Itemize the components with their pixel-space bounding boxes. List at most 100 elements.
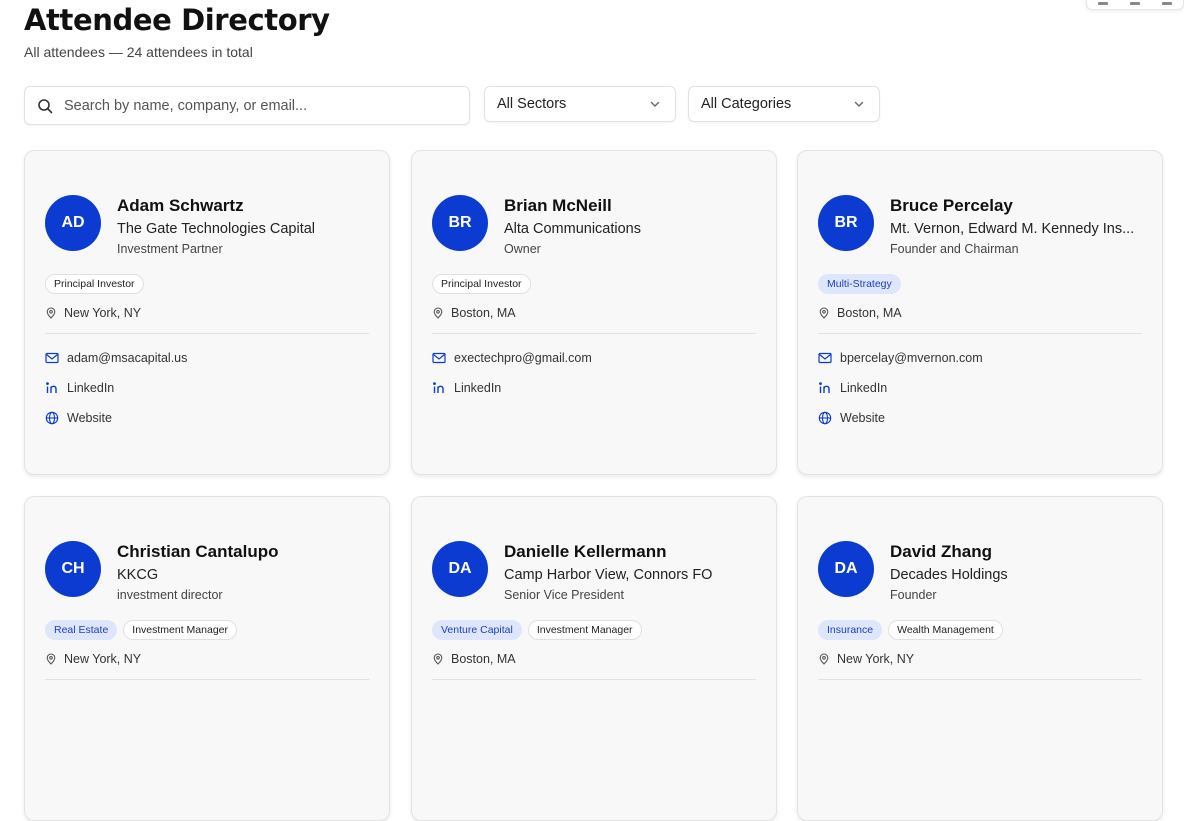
- sector-tag: Multi-Strategy: [818, 274, 901, 294]
- toolbar-button-3-icon[interactable]: [1162, 2, 1172, 5]
- attendee-name: Adam Schwartz: [117, 196, 244, 215]
- linkedin-label: LinkedIn: [454, 381, 502, 395]
- attendee-location: Boston, MA: [818, 306, 902, 320]
- sector-select-value: All Sectors: [497, 96, 567, 112]
- email-link[interactable]: adam@msacapital.us: [45, 351, 187, 365]
- website-label: Website: [67, 411, 112, 425]
- linkedin-label: LinkedIn: [840, 381, 888, 395]
- attendee-card[interactable]: AD Adam Schwartz The Gate Technologies C…: [24, 150, 390, 475]
- attendee-role: Founder: [890, 588, 937, 602]
- attendee-name: Danielle Kellermann: [504, 542, 667, 561]
- map-pin-icon: [46, 653, 56, 665]
- attendee-company: Mt. Vernon, Edward M. Kennedy Ins...: [890, 221, 1135, 237]
- location-text: New York, NY: [64, 652, 142, 666]
- page-subtitle: All attendees — 24 attendees in total: [24, 44, 253, 60]
- card-divider: [45, 679, 369, 680]
- sector-tag: Wealth Management: [888, 620, 1003, 640]
- attendee-role: investment director: [117, 588, 223, 602]
- email-link[interactable]: exectechpro@gmail.com: [432, 351, 592, 365]
- attendee-company: KKCG: [117, 567, 159, 583]
- category-select-value: All Categories: [701, 96, 792, 112]
- linkedin-link[interactable]: LinkedIn: [45, 381, 114, 395]
- toolbar-button-1-icon[interactable]: [1098, 2, 1108, 5]
- attendee-company: Decades Holdings: [890, 567, 1008, 583]
- tag-list: Venture Capital Investment Manager: [432, 620, 642, 640]
- search-icon: [38, 98, 53, 113]
- tag-list: Principal Investor: [432, 274, 531, 294]
- attendee-card[interactable]: CH Christian Cantalupo KKCG investment d…: [24, 496, 390, 821]
- search-input[interactable]: [62, 96, 446, 115]
- attendee-card[interactable]: DA David Zhang Decades Holdings Founder …: [797, 496, 1163, 821]
- linkedin-link[interactable]: LinkedIn: [432, 381, 501, 395]
- tag-list: Real Estate Investment Manager: [45, 620, 237, 640]
- avatar: CH: [45, 541, 101, 597]
- avatar: BR: [432, 195, 488, 251]
- attendee-company: Alta Communications: [504, 221, 641, 237]
- avatar: DA: [818, 541, 874, 597]
- card-divider: [818, 333, 1142, 334]
- chevron-down-icon: [650, 101, 660, 107]
- attendee-role: Senior Vice President: [504, 588, 624, 602]
- mail-icon: [818, 352, 832, 364]
- mail-icon: [45, 352, 59, 364]
- linkedin-icon: [46, 382, 57, 393]
- attendee-location: New York, NY: [818, 652, 914, 666]
- window-toolbar[interactable]: [1086, 0, 1184, 10]
- location-text: Boston, MA: [837, 306, 902, 320]
- linkedin-icon: [819, 382, 830, 393]
- toolbar-button-2-icon[interactable]: [1130, 2, 1140, 5]
- map-pin-icon: [46, 307, 56, 319]
- attendee-role: Founder and Chairman: [890, 242, 1019, 256]
- attendee-location: Boston, MA: [432, 306, 516, 320]
- avatar: DA: [432, 541, 488, 597]
- attendee-role: Investment Partner: [117, 242, 223, 256]
- sector-tag: Real Estate: [45, 620, 118, 640]
- linkedin-label: LinkedIn: [67, 381, 115, 395]
- email-text: adam@msacapital.us: [67, 351, 188, 365]
- website-link[interactable]: Website: [818, 411, 885, 425]
- sector-tag: Investment Manager: [123, 620, 237, 640]
- email-text: exectechpro@gmail.com: [454, 351, 592, 365]
- location-text: Boston, MA: [451, 306, 516, 320]
- attendee-card[interactable]: BR Brian McNeill Alta Communications Own…: [411, 150, 777, 475]
- globe-icon: [818, 411, 832, 425]
- location-text: Boston, MA: [451, 652, 516, 666]
- attendee-name: Brian McNeill: [504, 196, 612, 215]
- attendee-company: The Gate Technologies Capital: [117, 221, 316, 237]
- tag-list: Principal Investor: [45, 274, 144, 294]
- website-label: Website: [840, 411, 885, 425]
- attendee-card[interactable]: BR Bruce Percelay Mt. Vernon, Edward M. …: [797, 150, 1163, 475]
- attendee-name: Christian Cantalupo: [117, 542, 279, 561]
- sector-tag: Insurance: [818, 620, 883, 640]
- card-divider: [818, 679, 1142, 680]
- card-divider: [45, 333, 369, 334]
- card-divider: [432, 333, 756, 334]
- attendee-card[interactable]: DA Danielle Kellermann Camp Harbor View,…: [411, 496, 777, 821]
- attendee-name: Bruce Percelay: [890, 196, 1013, 215]
- location-text: New York, NY: [837, 652, 915, 666]
- map-pin-icon: [819, 653, 829, 665]
- email-link[interactable]: bpercelay@mvernon.com: [818, 351, 983, 365]
- avatar: BR: [818, 195, 874, 251]
- attendee-name: David Zhang: [890, 542, 993, 561]
- linkedin-icon: [433, 382, 444, 393]
- sector-tag: Investment Manager: [527, 620, 642, 640]
- linkedin-link[interactable]: LinkedIn: [818, 381, 887, 395]
- sector-tag: Principal Investor: [45, 274, 144, 294]
- avatar: AD: [45, 195, 101, 251]
- card-divider: [432, 679, 756, 680]
- attendee-location: New York, NY: [45, 306, 141, 320]
- search-bar[interactable]: [24, 86, 470, 125]
- attendee-company: Camp Harbor View, Connors FO: [504, 567, 713, 583]
- category-select[interactable]: All Categories: [688, 86, 880, 122]
- location-text: New York, NY: [64, 306, 142, 320]
- website-link[interactable]: Website: [45, 411, 112, 425]
- tag-list: Multi-Strategy: [818, 274, 901, 294]
- tag-list: Insurance Wealth Management: [818, 620, 1003, 640]
- attendee-location: New York, NY: [45, 652, 141, 666]
- page-title: Attendee Directory: [24, 3, 330, 37]
- email-text: bpercelay@mvernon.com: [840, 351, 983, 365]
- mail-icon: [432, 352, 446, 364]
- sector-select[interactable]: All Sectors: [484, 86, 676, 122]
- sector-tag: Venture Capital: [432, 620, 522, 640]
